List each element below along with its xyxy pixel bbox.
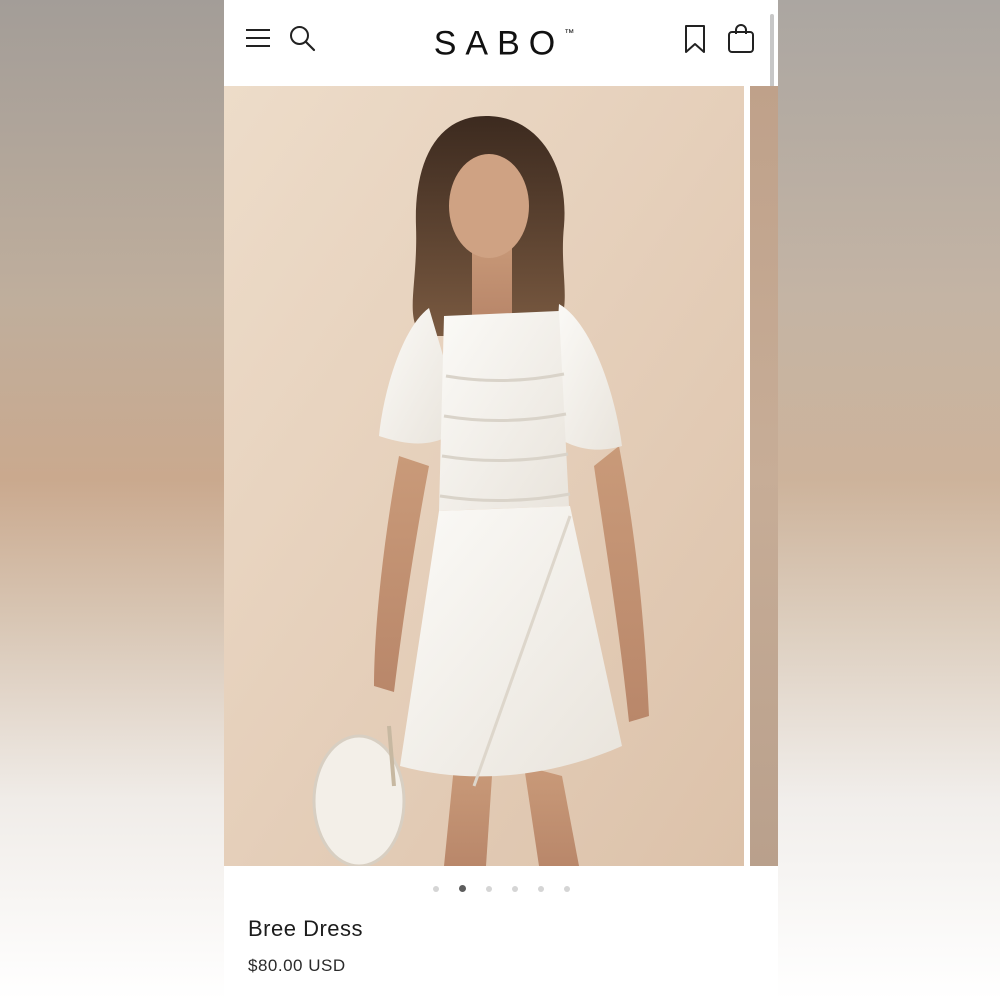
- hamburger-menu-icon[interactable]: [244, 26, 272, 50]
- trademark-symbol: ™: [564, 28, 575, 39]
- product-name[interactable]: Bree Dress: [248, 916, 363, 942]
- carousel-dot[interactable]: [537, 885, 544, 892]
- shopping-bag-icon[interactable]: [726, 22, 756, 54]
- carousel-dots: [224, 880, 778, 893]
- carousel-dot[interactable]: [458, 885, 466, 893]
- product-photo: [224, 86, 744, 866]
- carousel-dot[interactable]: [563, 885, 570, 892]
- next-product-image-peek[interactable]: [750, 86, 778, 866]
- product-image[interactable]: [224, 86, 744, 866]
- search-icon[interactable]: [288, 24, 316, 52]
- site-header: SABO™: [224, 0, 778, 356]
- background-blur-right: [778, 0, 1000, 1000]
- brand-name: SABO: [433, 24, 565, 63]
- background-blur-left: [0, 0, 224, 1000]
- carousel-dot[interactable]: [485, 885, 492, 892]
- bookmark-icon[interactable]: [682, 24, 708, 54]
- product-price: $80.00 USD: [248, 956, 346, 975]
- carousel-dot[interactable]: [432, 885, 439, 892]
- mobile-viewport: SABO™ Bree Dress $80.00 USD: [224, 0, 778, 1000]
- brand-logo[interactable]: SABO™: [414, 18, 594, 62]
- carousel-dot[interactable]: [511, 885, 518, 892]
